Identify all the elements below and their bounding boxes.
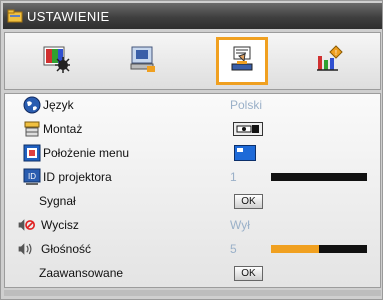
svg-text:ID: ID bbox=[28, 172, 36, 181]
tab-setup[interactable] bbox=[216, 37, 268, 85]
row-mount[interactable]: Montaż bbox=[5, 118, 380, 140]
row-projector-id[interactable]: ID ID projektora 1 bbox=[5, 166, 380, 188]
mute-label: Wycisz bbox=[41, 218, 79, 232]
title-bar: USTAWIENIE bbox=[3, 3, 382, 29]
menu-position-selector-icon[interactable] bbox=[234, 145, 256, 161]
image-settings-icon bbox=[41, 44, 71, 79]
svg-text:!: ! bbox=[335, 50, 337, 57]
bottom-strip bbox=[4, 290, 381, 296]
signal-ok-button[interactable]: OK bbox=[234, 194, 263, 209]
setup-folder-icon bbox=[7, 9, 23, 23]
volume-slider[interactable] bbox=[271, 245, 367, 253]
projector-id-value: 1 bbox=[230, 170, 237, 184]
mute-icon bbox=[17, 216, 35, 234]
advanced-label: Zaawansowane bbox=[39, 266, 124, 280]
row-language[interactable]: Język Polski bbox=[5, 94, 380, 116]
projector-id-slider[interactable] bbox=[271, 173, 367, 181]
settings-list: Język Polski Montaż Położenie menu ID ID… bbox=[4, 93, 381, 288]
row-menu-position[interactable]: Położenie menu bbox=[5, 142, 380, 164]
globe-icon bbox=[23, 96, 41, 114]
mount-label: Montaż bbox=[43, 122, 83, 136]
language-value: Polski bbox=[230, 98, 263, 112]
display-settings-icon bbox=[128, 44, 158, 79]
setup-settings-icon bbox=[227, 44, 257, 79]
advanced-ok-button[interactable]: OK bbox=[234, 266, 263, 281]
projector-mount-icon bbox=[23, 120, 41, 138]
signal-label: Sygnał bbox=[39, 194, 76, 208]
volume-value: 5 bbox=[230, 242, 237, 256]
menu-position-icon bbox=[23, 144, 41, 162]
id-icon: ID bbox=[23, 168, 41, 186]
osd-menu-window: USTAWIENIE ! Język Polski Montaż Położen… bbox=[0, 0, 383, 300]
menu-position-label: Położenie menu bbox=[43, 146, 130, 160]
row-signal[interactable]: Sygnał OK bbox=[5, 190, 380, 212]
tab-options[interactable]: ! bbox=[303, 37, 355, 85]
options-settings-icon: ! bbox=[314, 44, 344, 79]
volume-slider-fill bbox=[271, 245, 319, 253]
row-volume[interactable]: Głośność 5 bbox=[5, 238, 380, 260]
tab-image[interactable] bbox=[30, 37, 82, 85]
row-advanced[interactable]: Zaawansowane OK bbox=[5, 262, 380, 284]
mute-value: Wył bbox=[230, 218, 250, 232]
settings-tab-bar: ! bbox=[4, 32, 381, 90]
mount-mode-icon[interactable] bbox=[233, 122, 263, 136]
volume-label: Głośność bbox=[41, 242, 92, 256]
row-mute[interactable]: Wycisz Wył bbox=[5, 214, 380, 236]
language-label: Język bbox=[43, 98, 74, 112]
speaker-icon bbox=[17, 240, 35, 258]
tab-display[interactable] bbox=[117, 37, 169, 85]
page-title: USTAWIENIE bbox=[27, 8, 110, 24]
projector-id-label: ID projektora bbox=[43, 170, 112, 184]
